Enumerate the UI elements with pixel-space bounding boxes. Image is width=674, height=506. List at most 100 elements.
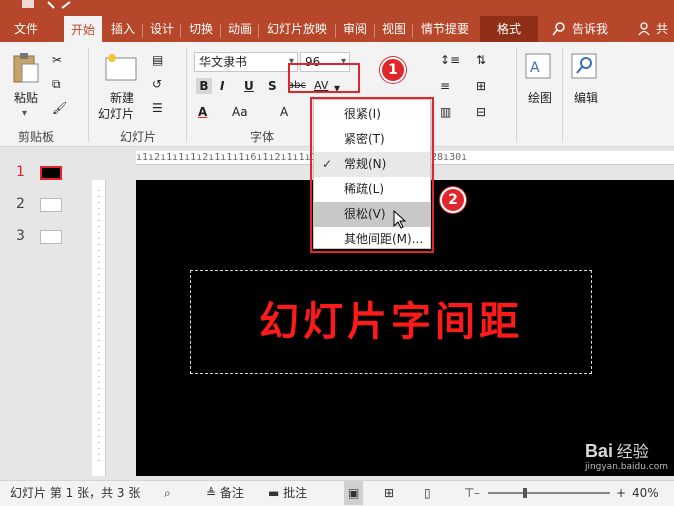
cut-icon[interactable]: ✂ <box>52 52 62 68</box>
drawing-button[interactable]: A 绘图 <box>524 52 556 128</box>
tell-me-label: 告诉我 <box>572 22 609 36</box>
slide-thumbnail[interactable] <box>40 230 62 244</box>
tab-separator <box>335 24 336 38</box>
status-bar: 幻灯片 第 1 张，共 3 张 ⌕ ≜ 备注 ▬ 批注 ▣ ⊞ ▯ ⊤ – + … <box>0 480 674 506</box>
reset-icon[interactable]: ↺ <box>152 76 162 92</box>
tab-animations[interactable]: 动画 <box>224 16 256 42</box>
spellcheck-icon[interactable]: ⌕ <box>164 481 171 505</box>
tab-slideshow[interactable]: 幻灯片放映 <box>262 16 332 42</box>
tab-separator <box>374 24 375 38</box>
zoom-slider[interactable] <box>488 488 610 498</box>
share-label: 共 <box>656 22 669 36</box>
tab-file[interactable]: 文件 <box>8 16 44 42</box>
magnifier-icon <box>571 53 597 79</box>
slide-thumbnail[interactable] <box>40 198 62 212</box>
clipboard-group-label: 剪贴板 <box>18 130 55 144</box>
drawing-label: 绘图 <box>528 91 553 105</box>
ribbon-tab-bar: 文件 开始 插入 设计 切换 动画 幻灯片放映 审阅 视图 情节提要 格式 告诉… <box>0 12 674 42</box>
line-spacing-icon[interactable]: ↕≡ <box>440 52 460 68</box>
slide-sorter-icon[interactable]: ⊞ <box>384 481 394 505</box>
slide-thumbnail[interactable] <box>40 166 62 180</box>
comments-label: 批注 <box>283 486 308 500</box>
new-slide-label-1: 新建 <box>110 91 135 105</box>
smartart-icon[interactable]: ⊟ <box>476 104 486 120</box>
notes-button[interactable]: ≜ 备注 <box>206 481 244 505</box>
tab-separator <box>220 24 221 38</box>
notes-label: 备注 <box>219 486 244 500</box>
text-direction-icon[interactable]: ⇅ <box>476 52 486 68</box>
watermark-text: 经验 <box>616 442 649 461</box>
new-slide-button[interactable]: 新建 幻灯片 <box>96 52 146 122</box>
tab-insert[interactable]: 插入 <box>106 16 140 42</box>
thumbnail-number: 3 <box>16 228 25 244</box>
tab-review[interactable]: 审阅 <box>339 16 371 42</box>
align-text-icon[interactable]: ⊞ <box>476 78 486 94</box>
vertical-ruler[interactable] <box>92 180 106 476</box>
new-slide-label-2: 幻灯片 <box>98 107 135 121</box>
copy-icon[interactable]: ⧉ <box>52 76 61 92</box>
align-center-icon[interactable]: ≡ <box>440 78 450 94</box>
group-divider <box>562 48 563 142</box>
comments-button[interactable]: ▬ 批注 <box>268 481 307 505</box>
thumbnail-number: 1 <box>16 164 25 180</box>
annotation-highlight-box <box>288 63 360 93</box>
chevron-down-icon: ▾ <box>22 108 28 119</box>
tab-transitions[interactable]: 切换 <box>184 16 218 42</box>
shadow-button[interactable]: S <box>268 78 277 94</box>
paste-icon <box>13 53 39 83</box>
format-painter-icon[interactable]: 🖌 <box>52 100 67 116</box>
underline-button[interactable]: U <box>244 78 254 94</box>
svg-text:A: A <box>530 60 540 76</box>
search-icon <box>552 22 565 36</box>
bold-button[interactable]: B <box>196 78 212 94</box>
share-button[interactable]: 共 <box>638 16 674 42</box>
quick-access-icons[interactable] <box>0 0 674 12</box>
watermark-brand: Bai <box>584 441 613 461</box>
tab-home[interactable]: 开始 <box>64 16 102 42</box>
annotation-highlight-box <box>310 97 434 253</box>
zoom-out-icon[interactable]: – <box>474 481 480 505</box>
person-icon <box>638 22 650 36</box>
tab-separator <box>412 24 413 38</box>
tab-storyboard[interactable]: 情节提要 <box>416 16 474 42</box>
slide-text-box[interactable]: 幻灯片字间距 <box>190 270 592 374</box>
paste-label: 粘贴 <box>14 91 39 105</box>
annotation-marker: 2 <box>440 187 466 213</box>
font-color-button[interactable]: A <box>198 104 207 120</box>
new-slide-icon <box>105 54 137 81</box>
tab-separator <box>258 24 259 38</box>
slide-title-text[interactable]: 幻灯片字间距 <box>191 271 591 373</box>
slideshow-icon[interactable]: ⊤ <box>464 481 474 505</box>
editing-label: 编辑 <box>574 91 599 105</box>
group-divider <box>516 48 517 142</box>
normal-view-icon[interactable]: ▣ <box>344 481 364 505</box>
grow-font-button[interactable]: A <box>280 104 288 120</box>
slides-group-label: 幻灯片 <box>120 130 157 144</box>
tab-view[interactable]: 视图 <box>378 16 410 42</box>
watermark-url: jingyan.baidu.com <box>584 462 668 472</box>
slide-counter: 幻灯片 第 1 张，共 3 张 <box>10 486 141 500</box>
watermark: Bai 经验 jingyan.baidu.com <box>585 438 668 472</box>
editing-button[interactable]: 编辑 <box>570 52 602 128</box>
paste-button[interactable]: 粘贴 ▾ <box>10 52 46 122</box>
italic-button[interactable]: I <box>220 78 224 94</box>
tab-separator <box>142 24 143 38</box>
tab-design[interactable]: 设计 <box>146 16 178 42</box>
columns-icon[interactable]: ▥ <box>440 104 451 120</box>
change-case-button[interactable]: Aa <box>232 104 248 120</box>
tell-me-box[interactable]: 告诉我 <box>550 16 620 42</box>
title-bar <box>0 0 674 12</box>
ruler-ticks <box>98 190 100 466</box>
reading-view-icon[interactable]: ▯ <box>424 481 431 505</box>
shapes-icon: A <box>525 53 551 79</box>
zoom-in-icon[interactable]: + <box>616 481 626 505</box>
zoom-slider-handle[interactable] <box>523 488 527 498</box>
section-icon[interactable]: ☰ <box>152 100 163 116</box>
font-group-label: 字体 <box>250 130 275 144</box>
font-name-box[interactable]: 华文隶书 ▾ <box>194 52 298 72</box>
slide-thumbnail-pane: 1 2 3 <box>0 148 90 480</box>
layout-icon[interactable]: ▤ <box>152 52 163 68</box>
tab-format[interactable]: 格式 <box>480 16 538 42</box>
zoom-level[interactable]: 40% <box>632 481 659 505</box>
tab-separator <box>180 24 181 38</box>
